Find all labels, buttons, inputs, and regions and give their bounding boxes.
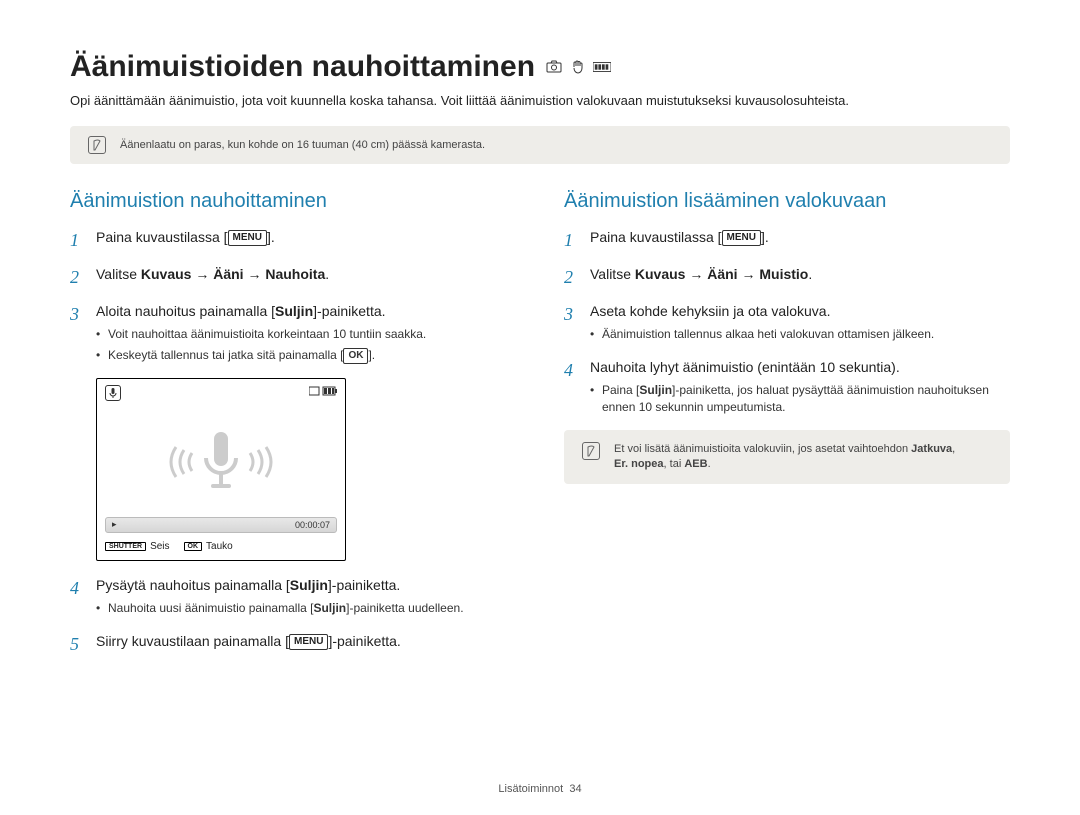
note-icon: [88, 136, 106, 154]
right-step-3: 3 Aseta kohde kehyksiin ja ota valokuva.…: [564, 301, 1010, 347]
title-mode-icons: [545, 60, 611, 74]
progress-bar: ▸ 00:00:07: [105, 517, 337, 533]
right-step-1: 1 Paina kuvaustilassa [MENU].: [564, 227, 1010, 254]
step-number: 3: [564, 301, 580, 347]
left-step-1: 1 Paina kuvaustilassa [MENU].: [70, 227, 516, 254]
page-footer: Lisätoiminnot 34: [0, 783, 1080, 795]
large-mic-icon: [156, 422, 286, 502]
timer-label: 00:00:07: [295, 520, 330, 530]
left-step-3: 3 Aloita nauhoitus painamalla [Suljin]-p…: [70, 301, 516, 368]
right-step-4: 4 Nauhoita lyhyt äänimuistio (enintään 1…: [564, 357, 1010, 420]
left-heading: Äänimuistion nauhoittaminen: [70, 190, 516, 213]
top-note-text: Äänenlaatu on paras, kun kohde on 16 tuu…: [120, 139, 485, 151]
step-number: 5: [70, 631, 86, 658]
right-column: Äänimuistion lisääminen valokuvaan 1 Pai…: [564, 190, 1010, 667]
page-title-text: Äänimuistioiden nauhoittaminen: [70, 50, 535, 84]
menu-key: MENU: [228, 230, 267, 246]
step-number: 4: [70, 575, 86, 621]
top-note-box: Äänenlaatu on paras, kun kohde on 16 tuu…: [70, 126, 1010, 164]
menu-key: MENU: [722, 230, 761, 246]
step-number: 2: [564, 264, 580, 291]
menu-key: MENU: [289, 634, 328, 650]
right-heading: Äänimuistion lisääminen valokuvaan: [564, 190, 1010, 213]
recording-screen-illustration: ▸ 00:00:07 SHUTTER Seis OK Tauko: [96, 378, 346, 561]
substep: Keskeytä tallennus tai jatka sitä painam…: [96, 347, 516, 364]
shutter-key-label: SHUTTER: [105, 542, 146, 551]
substep: Paina [Suljin]-painiketta, jos haluat py…: [590, 382, 1010, 416]
step-number: 1: [564, 227, 580, 254]
footer-section-label: Lisätoiminnot: [498, 783, 563, 795]
battery-icon: [309, 385, 337, 401]
left-step-5: 5 Siirry kuvaustilaan painamalla [MENU]-…: [70, 631, 516, 658]
page-title: Äänimuistioiden nauhoittaminen: [70, 50, 611, 84]
note-icon: [582, 442, 600, 460]
mic-icon: [105, 385, 121, 401]
ok-key: OK: [343, 348, 368, 364]
camera-auto-icon: [545, 60, 563, 74]
step-number: 3: [70, 301, 86, 368]
pause-label: Tauko: [206, 541, 233, 552]
footer-page-number: 34: [569, 783, 581, 795]
left-column: Äänimuistion nauhoittaminen 1 Paina kuva…: [70, 190, 516, 667]
stop-label: Seis: [150, 541, 169, 552]
step-number: 2: [70, 264, 86, 291]
substep: Nauhoita uusi äänimuistio painamalla [Su…: [96, 600, 516, 617]
substep: Voit nauhoittaa äänimuistioita korkeinta…: [96, 326, 516, 343]
right-note-box: Et voi lisätä äänimuistioita valokuviin,…: [564, 430, 1010, 485]
page-subtitle: Opi äänittämään äänimuistio, jota voit k…: [70, 92, 1010, 110]
hand-icon: [569, 60, 587, 74]
right-step-2: 2 Valitse Kuvaus → Ääni → Muistio.: [564, 264, 1010, 291]
substep: Äänimuistion tallennus alkaa heti valoku…: [590, 326, 1010, 343]
step-number: 1: [70, 227, 86, 254]
step-number: 4: [564, 357, 580, 420]
scene-icon: [593, 60, 611, 74]
left-step-2: 2 Valitse Kuvaus → Ääni → Nauhoita.: [70, 264, 516, 291]
play-indicator: ▸: [112, 519, 117, 530]
left-step-4: 4 Pysäytä nauhoitus painamalla [Suljin]-…: [70, 575, 516, 621]
ok-key-label: OK: [184, 542, 203, 551]
